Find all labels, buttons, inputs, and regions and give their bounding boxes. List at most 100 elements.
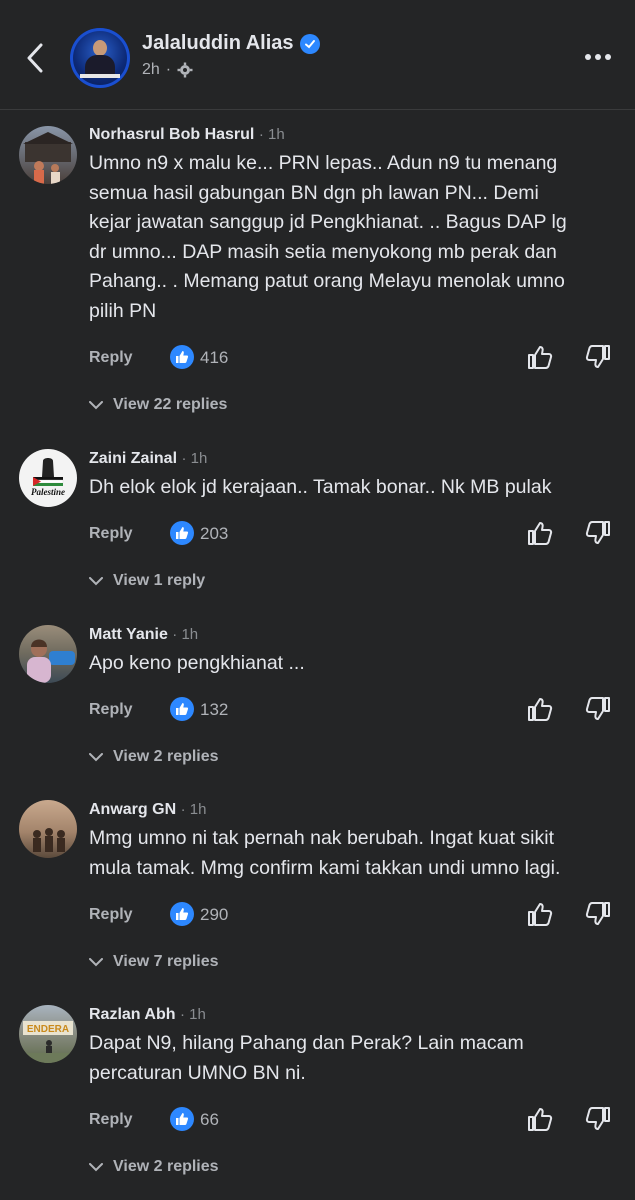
gear-icon bbox=[177, 62, 193, 78]
comment-line: Dapat N9, hilang Pahang dan Perak? Lain … bbox=[89, 1032, 524, 1054]
comment-line: kejar jawatan sanggup jd Pengkhianat. ..… bbox=[89, 211, 567, 233]
view-replies-button[interactable]: View 2 replies bbox=[89, 1158, 219, 1176]
like-count[interactable]: 290 bbox=[200, 905, 228, 925]
comment-time: · 1h bbox=[172, 626, 199, 643]
page-name[interactable]: Jalaluddin Alias bbox=[142, 32, 320, 55]
comment-time: · 1h bbox=[180, 801, 207, 818]
view-replies-button[interactable]: View 22 replies bbox=[89, 396, 227, 414]
page-name-text: Jalaluddin Alias bbox=[142, 32, 294, 54]
like-reaction-icon bbox=[170, 697, 194, 721]
verified-badge-icon bbox=[299, 33, 320, 54]
chevron-down-icon bbox=[89, 1162, 103, 1171]
comment-line: Pahang.. . Memang patut orang Melayu men… bbox=[89, 270, 565, 292]
commenter-name[interactable]: Norhasrul Bob Hasrul · 1h bbox=[89, 126, 285, 144]
svg-text:ENDERA: ENDERA bbox=[27, 1024, 69, 1035]
comment-line: Mmg umno ni tak pernah nak berubah. Inga… bbox=[89, 827, 555, 849]
commenter-name[interactable]: Matt Yanie · 1h bbox=[89, 626, 198, 644]
comment-line: Apo keno pengkhianat ... bbox=[89, 652, 305, 674]
upvote-button[interactable] bbox=[526, 695, 554, 723]
view-replies-button[interactable]: View 7 replies bbox=[89, 953, 219, 971]
view-replies-button[interactable]: View 2 replies bbox=[89, 748, 219, 766]
thumbs-up-icon bbox=[528, 522, 553, 545]
chevron-down-icon bbox=[89, 752, 103, 761]
view-replies-label: View 22 replies bbox=[113, 396, 228, 413]
chevron-down-icon bbox=[89, 576, 103, 585]
like-reaction-icon bbox=[170, 345, 194, 369]
comment-line: percaturan UMNO BN ni. bbox=[89, 1061, 306, 1084]
thumbs-down-icon bbox=[585, 521, 610, 544]
reply-button[interactable]: Reply bbox=[89, 906, 133, 924]
thumbs-down-icon bbox=[585, 345, 610, 368]
commenter-avatar[interactable]: Palestine bbox=[19, 449, 77, 507]
like-count[interactable]: 132 bbox=[200, 700, 228, 720]
commenter-name-text: Zaini Zainal bbox=[89, 450, 178, 467]
svg-text:Palestine: Palestine bbox=[31, 487, 65, 497]
comment-text: Mmg umno ni tak pernah nak berubah. Inga… bbox=[89, 824, 619, 883]
like-reaction-icon bbox=[170, 1107, 194, 1131]
commenter-avatar[interactable] bbox=[19, 625, 77, 683]
like-count[interactable]: 203 bbox=[200, 524, 228, 544]
more-options-button[interactable] bbox=[583, 44, 613, 70]
commenter-avatar[interactable]: ENDERA bbox=[19, 1005, 77, 1063]
comment-text: Dh elok elok jd kerajaan.. Tamak bonar..… bbox=[89, 473, 619, 503]
like-count[interactable]: 416 bbox=[200, 348, 228, 368]
thumbs-down-icon bbox=[585, 902, 610, 925]
view-replies-label: View 2 replies bbox=[113, 1158, 219, 1175]
post-time: 2h bbox=[142, 61, 160, 78]
reply-button[interactable]: Reply bbox=[89, 525, 133, 543]
commenter-name-text: Matt Yanie bbox=[89, 626, 168, 643]
thumbs-up-icon bbox=[528, 903, 553, 926]
comment-time: · 1h bbox=[258, 126, 285, 143]
downvote-button[interactable] bbox=[584, 519, 612, 547]
upvote-button[interactable] bbox=[526, 519, 554, 547]
comment-text: Apo keno pengkhianat ... bbox=[89, 649, 619, 679]
commenter-name[interactable]: Anwarg GN · 1h bbox=[89, 801, 206, 819]
back-button[interactable] bbox=[20, 38, 50, 78]
chevron-down-icon bbox=[89, 957, 103, 966]
upvote-button[interactable] bbox=[526, 343, 554, 371]
meta-separator: · bbox=[165, 61, 172, 78]
comment-line: mula tamak. Mmg confirm kami takkan undi… bbox=[89, 856, 561, 879]
reply-button[interactable]: Reply bbox=[89, 349, 133, 367]
thumbs-up-icon bbox=[528, 346, 553, 369]
comment-time: · 1h bbox=[181, 450, 208, 467]
commenter-avatar[interactable] bbox=[19, 800, 77, 858]
downvote-button[interactable] bbox=[584, 695, 612, 723]
comment-line: dr umno... DAP masih setia menyokong mb … bbox=[89, 240, 557, 263]
chevron-down-icon bbox=[89, 400, 103, 409]
downvote-button[interactable] bbox=[584, 1105, 612, 1133]
like-count[interactable]: 66 bbox=[200, 1110, 219, 1130]
commenter-name-text: Norhasrul Bob Hasrul bbox=[89, 126, 255, 143]
commenter-name[interactable]: Razlan Abh · 1h bbox=[89, 1006, 206, 1024]
downvote-button[interactable] bbox=[584, 343, 612, 371]
comment-text: Dapat N9, hilang Pahang dan Perak? Lain … bbox=[89, 1029, 619, 1088]
thumbs-down-icon bbox=[585, 1107, 610, 1130]
comment-line: semua hasil gabungan BN dgn ph lawan PN.… bbox=[89, 181, 539, 204]
view-replies-label: View 2 replies bbox=[113, 748, 219, 765]
commenter-avatar[interactable] bbox=[19, 126, 77, 184]
comment-line: pilih PN bbox=[89, 299, 157, 322]
reply-button[interactable]: Reply bbox=[89, 701, 133, 719]
comment-line: Umno n9 x malu ke... PRN lepas.. Adun n9… bbox=[89, 152, 558, 174]
comment-time: · 1h bbox=[179, 1006, 206, 1023]
view-replies-button[interactable]: View 1 reply bbox=[89, 572, 205, 590]
thumbs-down-icon bbox=[585, 697, 610, 720]
post-meta: 2h · bbox=[142, 61, 193, 79]
commenter-name-text: Razlan Abh bbox=[89, 1006, 176, 1023]
upvote-button[interactable] bbox=[526, 900, 554, 928]
commenter-name-text: Anwarg GN bbox=[89, 801, 177, 818]
comment-line: Dh elok elok jd kerajaan.. Tamak bonar..… bbox=[89, 476, 552, 498]
page-avatar[interactable] bbox=[70, 28, 130, 88]
reply-button[interactable]: Reply bbox=[89, 1111, 133, 1129]
more-horizontal-icon bbox=[585, 54, 611, 60]
commenter-name[interactable]: Zaini Zainal · 1h bbox=[89, 450, 207, 468]
chevron-left-icon bbox=[27, 43, 43, 73]
view-replies-label: View 7 replies bbox=[113, 953, 219, 970]
thumbs-up-icon bbox=[528, 698, 553, 721]
downvote-button[interactable] bbox=[584, 900, 612, 928]
thumbs-up-icon bbox=[528, 1108, 553, 1131]
view-replies-label: View 1 reply bbox=[113, 572, 206, 589]
comment-text: Umno n9 x malu ke... PRN lepas.. Adun n9… bbox=[89, 149, 619, 326]
like-reaction-icon bbox=[170, 902, 194, 926]
upvote-button[interactable] bbox=[526, 1105, 554, 1133]
